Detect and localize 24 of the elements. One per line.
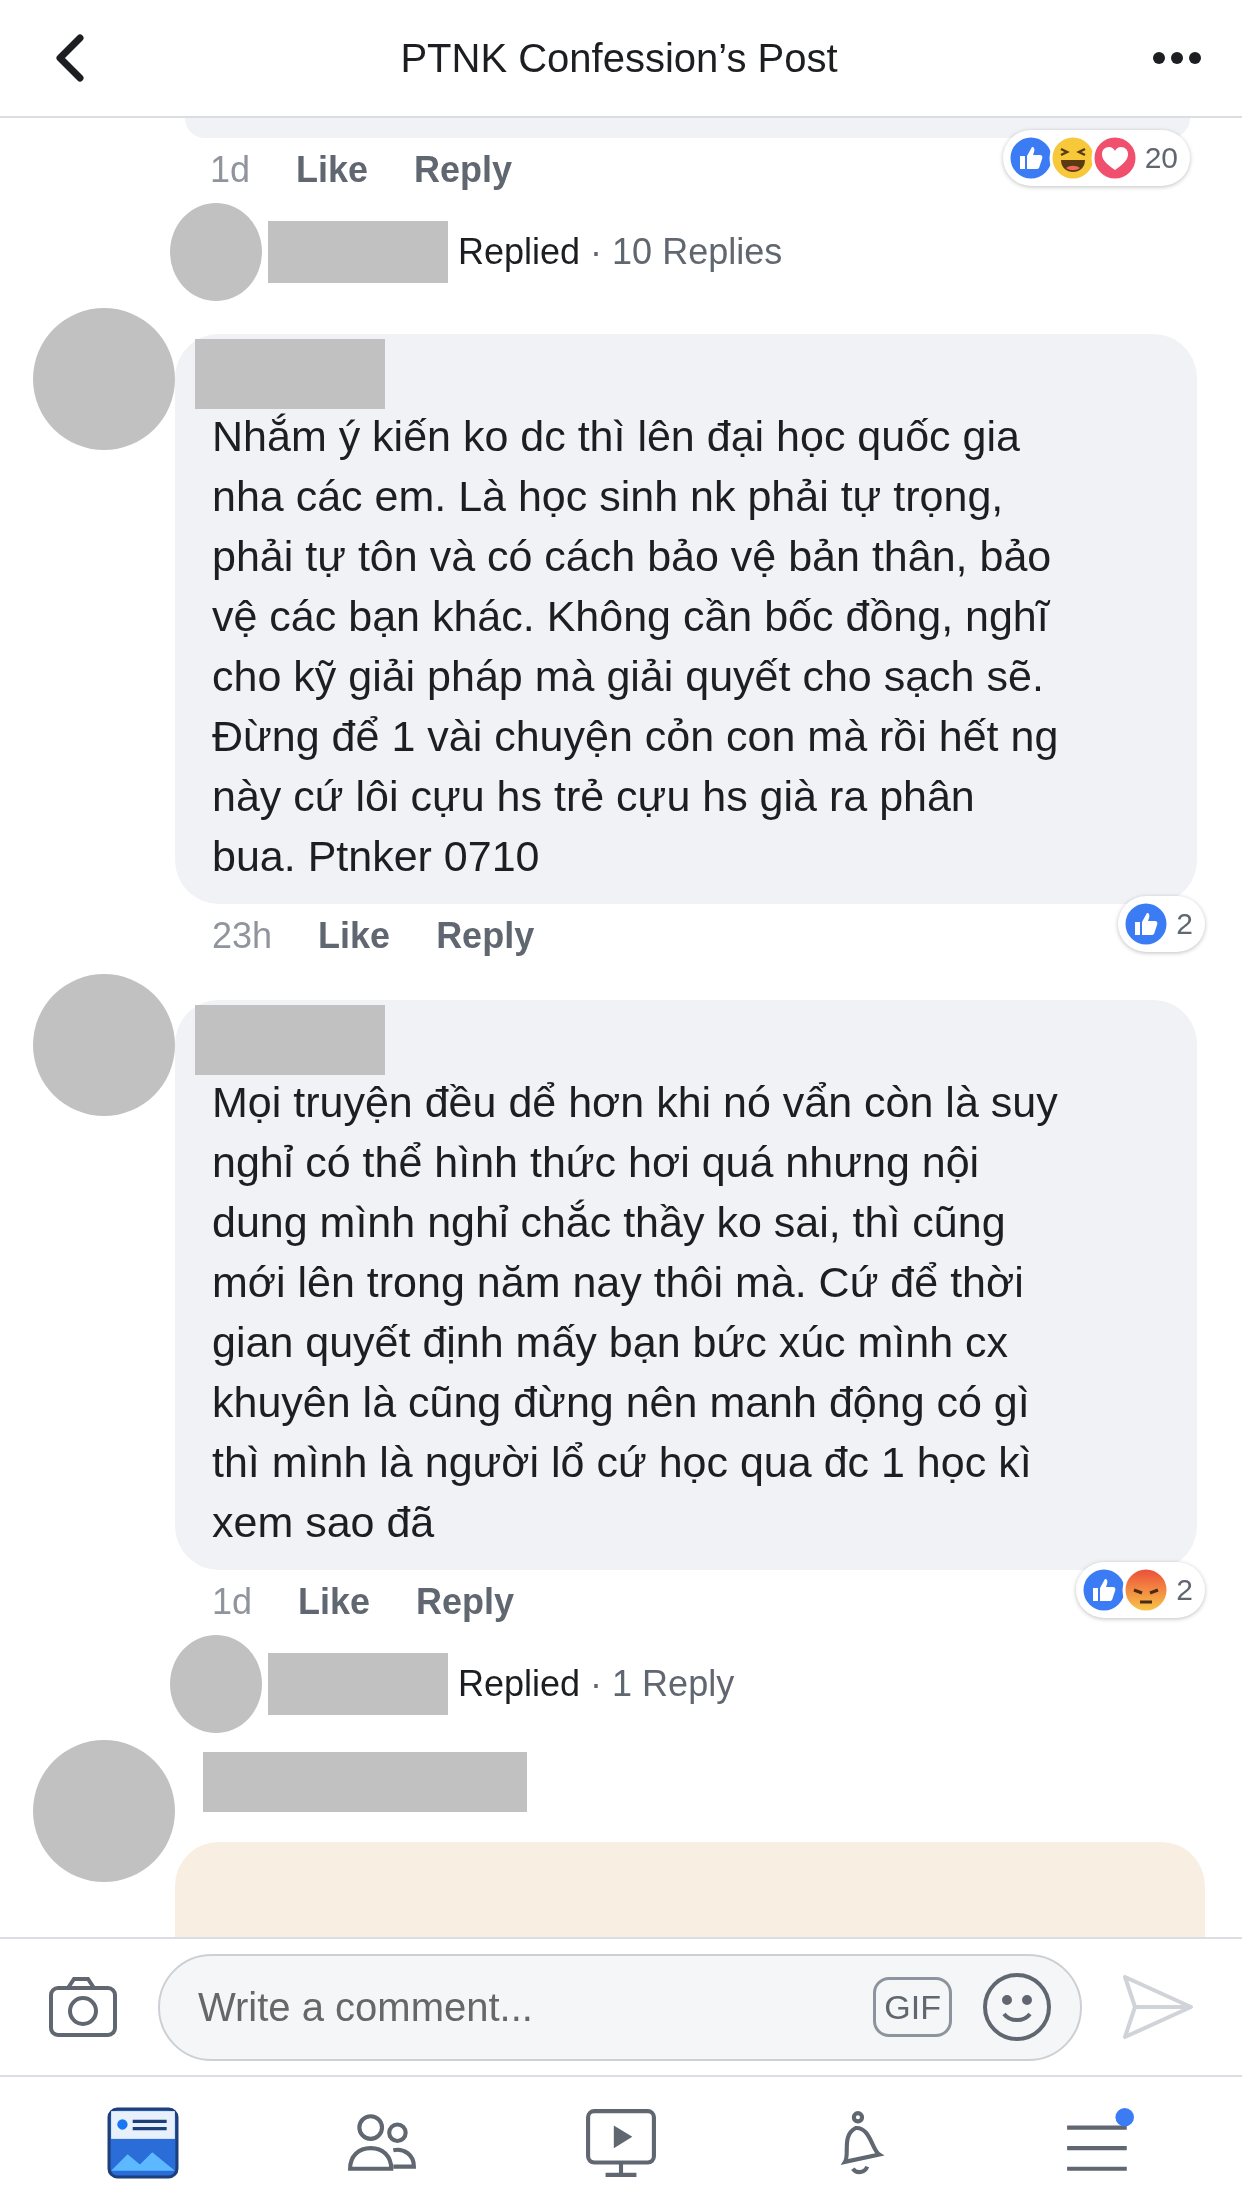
replied-label[interactable]: Replied bbox=[458, 1663, 581, 1705]
reaction-summary[interactable]: 20 bbox=[1002, 130, 1190, 186]
gif-button[interactable]: GIF bbox=[873, 1977, 952, 2037]
reaction-count: 2 bbox=[1176, 1573, 1193, 1607]
comment-text: Nhắm ý kiến ko dc thì lên đại học quốc gia nha các em. Là học sinh nk phải tự trọng, phải tự tôn và có cách bảo vệ bản thân, bảo vệ các bạn khác. Không cần bốc đồng, nghĩ cho kỹ giải pháp mà giải quyết cho sạch sẽ. Đừng để 1 vài chuyện cỏn con mà rồi hết ng này cứ lôi cựu hs trẻ cựu hs già ra phân bua. Ptnker 0710 bbox=[212, 411, 1060, 882]
timestamp: 23h bbox=[212, 915, 273, 957]
reply-count[interactable]: · 10 Replies bbox=[590, 231, 783, 273]
replied-label[interactable]: Replied bbox=[458, 231, 581, 273]
reply-link[interactable]: Reply bbox=[414, 149, 513, 191]
comment-field[interactable]: Write a comment... GIF bbox=[158, 1953, 1082, 2061]
timestamp: 1d bbox=[212, 1581, 253, 1623]
timestamp: 1d bbox=[210, 149, 251, 191]
like-link[interactable]: Like bbox=[298, 1581, 371, 1623]
reply-link[interactable]: Reply bbox=[416, 1581, 515, 1623]
reaction-count: 20 bbox=[1144, 141, 1178, 175]
comment-text: Mọi truyện đều dể hơn khi nó vẩn còn là suy nghỉ có thể hình thức hơi quá nhưng nội dung mình nghỉ chắc thầy ko sai, thì cũng mới lên trong năm nay thôi mà. Cứ để thời gian quyết định mấy bạn bức xúc mình cx khuyên là cũng đừng nên manh động có gì thì mình là người lổ cứ học qua đc 1 học kì xem sao đã bbox=[212, 1077, 1059, 1548]
reaction-summary[interactable]: 2 bbox=[1118, 896, 1205, 952]
like-link[interactable]: Like bbox=[296, 149, 369, 191]
page-title: PTNK Confession’s Post bbox=[400, 35, 838, 81]
like-link[interactable]: Like bbox=[318, 915, 391, 957]
reply-count[interactable]: · 1 Reply bbox=[590, 1663, 735, 1705]
reaction-summary[interactable]: 2 bbox=[1076, 1562, 1205, 1618]
reply-link[interactable]: Reply bbox=[436, 915, 535, 957]
reaction-count: 2 bbox=[1176, 907, 1193, 941]
